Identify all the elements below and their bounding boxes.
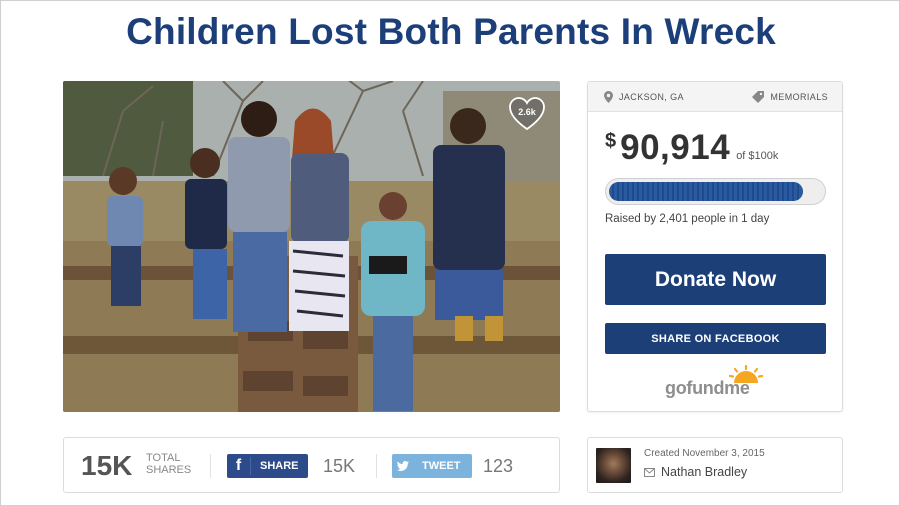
share-on-facebook-button[interactable]: SHARE ON FACEBOOK xyxy=(605,323,826,354)
total-shares-count: 15K xyxy=(81,450,133,481)
envelope-icon xyxy=(644,467,655,477)
facebook-share-count: 15K xyxy=(323,456,356,476)
amount-raised: $ 90,914 of $100k xyxy=(605,128,778,168)
goal-text: of $100k xyxy=(736,150,779,162)
tweet-label: TWEET xyxy=(422,460,461,472)
facebook-share-button[interactable]: f SHARE xyxy=(227,454,308,478)
donate-now-button[interactable]: Donate Now xyxy=(605,254,826,305)
total-label-line2: SHARES xyxy=(146,464,192,476)
facebook-icon: f xyxy=(227,457,251,475)
organizer-contact[interactable]: Nathan Bradley xyxy=(644,465,747,479)
page-title: Children Lost Both Parents In Wreck xyxy=(126,11,776,52)
campaign-photo[interactable] xyxy=(63,81,560,412)
facebook-share-label: SHARE xyxy=(260,460,299,472)
gofundme-logo[interactable]: gofundme xyxy=(665,365,775,405)
shares-bar: 15K TOTAL SHARES f SHARE 15K TWEET 123 xyxy=(63,437,560,493)
campaign-photo-illustration xyxy=(63,81,560,412)
divider xyxy=(210,454,211,478)
gofundme-wordmark: gofundme xyxy=(665,378,750,399)
currency-symbol: $ xyxy=(605,130,617,152)
organizer-avatar[interactable] xyxy=(596,448,631,483)
donation-card: JACKSON, GA MEMORIALS $ 90,914 of $100k … xyxy=(587,81,843,412)
location-pin-icon xyxy=(604,90,613,103)
organizer-name: Nathan Bradley xyxy=(661,465,748,479)
tag-icon xyxy=(752,90,765,103)
twitter-bird-icon xyxy=(392,461,414,471)
created-date: Created November 3, 2015 xyxy=(644,448,765,459)
progress-fill xyxy=(609,182,803,201)
logo-go: go xyxy=(665,378,687,398)
location-text: JACKSON, GA xyxy=(619,91,684,102)
logo-fund: fund xyxy=(686,378,725,398)
card-header: JACKSON, GA MEMORIALS xyxy=(588,82,842,112)
logo-me: me xyxy=(724,378,750,398)
divider xyxy=(376,454,377,478)
location[interactable]: JACKSON, GA xyxy=(604,90,684,103)
organizer-card: Created November 3, 2015 Nathan Bradley xyxy=(587,437,843,493)
raised-text: Raised by 2,401 people in 1 day xyxy=(605,213,770,225)
category-text: MEMORIALS xyxy=(770,91,828,102)
likes-count: 2.6k xyxy=(518,107,536,117)
amount-value: 90,914 xyxy=(620,128,731,167)
total-shares-label: TOTAL SHARES xyxy=(146,452,191,476)
category[interactable]: MEMORIALS xyxy=(752,90,828,103)
tweet-button[interactable]: TWEET xyxy=(392,454,472,478)
total-label-line1: TOTAL xyxy=(146,452,181,464)
tweet-count: 123 xyxy=(483,456,514,476)
likes-badge[interactable]: 2.6k xyxy=(508,96,546,132)
progress-bar xyxy=(605,178,826,205)
